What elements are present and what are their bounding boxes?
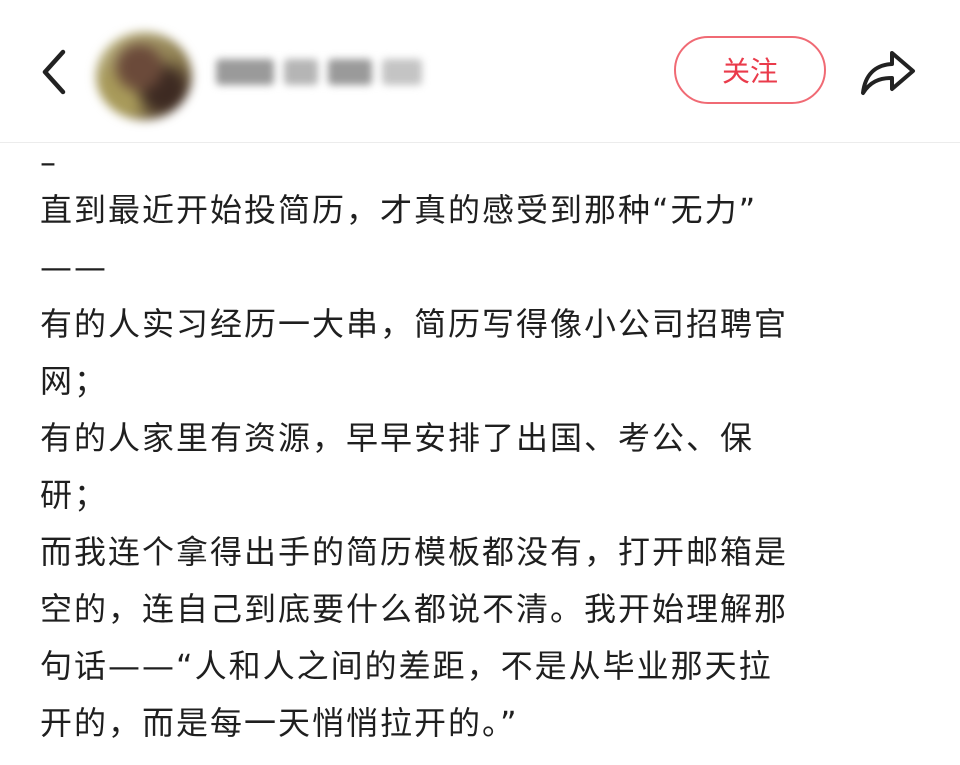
text-line: 有的人家里有资源，早早安排了出国、考公、保: [40, 419, 755, 457]
text-line: 开的，而是每一天悄悄拉开的。”: [40, 704, 519, 742]
text-line: ——: [40, 248, 108, 286]
text-line: 而我连个拿得出手的简历模板都没有，打开邮箱是: [40, 533, 789, 571]
text-line: 有的人实习经历一大串，简历写得像小公司招聘官: [40, 305, 789, 343]
chevron-left-icon: [42, 49, 66, 95]
text-line: 句话——“人和人之间的差距，不是从毕业那天拉: [40, 647, 773, 685]
text-line: –: [40, 143, 58, 181]
share-arrow-icon: [861, 51, 915, 95]
text-line: 研；: [40, 476, 109, 514]
username-blurred[interactable]: [216, 54, 426, 90]
avatar[interactable]: [96, 32, 192, 120]
text-line: 空的，连自己到底要什么都说不清。我开始理解那: [40, 590, 789, 628]
post-body: – 直到最近开始投简历，才真的感受到那种“无力” —— 有的人实习经历一大串，简…: [40, 142, 920, 752]
follow-button[interactable]: 关注: [674, 36, 826, 104]
share-button[interactable]: [858, 44, 918, 100]
text-line: 网；: [40, 362, 109, 400]
text-line: 直到最近开始投简历，才真的感受到那种“无力”: [40, 191, 758, 229]
post-header: 关注: [0, 0, 960, 143]
back-button[interactable]: [30, 44, 78, 100]
